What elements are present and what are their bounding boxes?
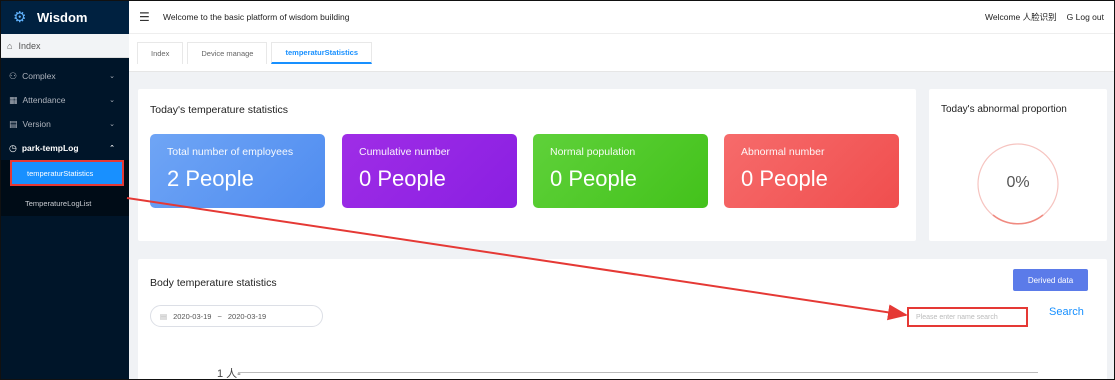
user-greeting: Welcome 人脸识别 [984,12,1057,22]
stat-label: Cumulative number [359,146,451,158]
tab-temperatur-statistics[interactable]: temperaturStatistics [271,41,373,64]
app-name: Wisdom [37,10,88,25]
top-bar: ☰ Welcome to the basic platform of wisdo… [129,1,1114,34]
temperature-statistics-card: Today's temperature statistics Total num… [138,89,916,241]
gear-icon: ⚙ [13,8,27,26]
tab-label: Device manage [201,48,254,58]
sidebar-item-index[interactable]: ⌂ Index [1,34,129,58]
logout-icon: G [1066,12,1074,22]
proportion-percent: 0% [1006,174,1030,191]
calendar-icon: ▦ [9,94,18,105]
sidebar-item-label: Complex [22,71,56,81]
sidebar-item-temperatur-statistics[interactable]: temperaturStatistics [10,160,124,186]
chart-gridline [238,372,1038,373]
abnormal-proportion-card: Today's abnormal proportion 0% [929,89,1107,241]
sidebar-item-label: Attendance [22,95,66,105]
stat-value: 0 People [741,166,828,191]
date-separator: ~ [217,311,222,321]
chevron-up-icon: ⌃ [109,145,115,152]
app-window: ⚙ Wisdom ⌂ Index ⚇ Complex ⌄ ▦ Attendanc… [0,0,1115,380]
document-icon: ▤ [9,118,18,129]
stat-label: Abnormal number [741,146,825,158]
stat-value: 0 People [359,166,446,191]
card-title: Today's abnormal proportion [941,104,1067,115]
sidebar-item-temperature-log-list[interactable]: TemperatureLogList [1,190,129,216]
submenu: temperaturStatistics TemperatureLogList [1,160,129,216]
logo: ⚙ Wisdom [1,1,129,34]
date-start: 2020-03-19 [173,311,212,321]
stat-value: 0 People [550,166,637,191]
chevron-down-icon: ⌄ [109,121,115,128]
tab-bar: Index Device manage temperaturStatistics [129,34,1114,72]
stat-normal: Normal population 0 People [533,134,708,208]
date-range-picker[interactable]: ▤ 2020-03-19 ~ 2020-03-19 [150,305,323,327]
card-title: Body temperature statistics [150,277,277,289]
stat-label: Total number of employees [167,146,294,158]
sidebar: ⚙ Wisdom ⌂ Index ⚇ Complex ⌄ ▦ Attendanc… [1,1,129,379]
tab-label: temperaturStatistics [285,47,359,57]
user-area: Welcome 人脸识别 G Log out [985,11,1104,23]
sidebar-item-label: Index [18,40,41,51]
home-icon: ⌂ [7,40,13,51]
menu-toggle-icon[interactable]: ☰ [139,10,151,24]
calendar-icon: ▤ [160,311,168,321]
date-end: 2020-03-19 [227,311,267,321]
welcome-text: Welcome to the basic platform of wisdom … [163,12,350,22]
clock-icon: ◷ [9,142,17,153]
stat-total-employees: Total number of employees 2 People [150,134,325,208]
sidebar-item-label: TemperatureLogList [25,198,92,208]
stat-value: 2 People [167,166,254,191]
sidebar-item-label: park-tempLog [21,143,79,153]
name-search-input[interactable]: Please enter name search [907,307,1028,327]
search-placeholder: Please enter name search [916,313,998,321]
stat-abnormal: Abnormal number 0 People [724,134,899,208]
card-title: Today's temperature statistics [150,104,288,116]
sidebar-item-label: Version [22,119,51,129]
chevron-down-icon: ⌄ [109,97,115,104]
sidebar-item-attendance[interactable]: ▦ Attendance ⌄ [1,88,129,112]
tab-device-manage[interactable]: Device manage [187,41,268,64]
cluster-icon: ⚇ [9,70,18,81]
chevron-down-icon: ⌄ [109,73,115,80]
sidebar-item-park-templog[interactable]: ◷ park-tempLog ⌃ [1,136,129,160]
logout-button[interactable]: G Log out [1067,12,1104,22]
tab-label: Index [151,48,170,58]
sidebar-item-version[interactable]: ▤ Version ⌄ [1,112,129,136]
sidebar-item-complex[interactable]: ⚇ Complex ⌄ [1,64,129,88]
stat-cumulative: Cumulative number 0 People [342,134,517,208]
derived-data-button[interactable]: Derived data [1013,269,1088,291]
stat-label: Normal population [550,146,636,158]
body-temperature-card: Body temperature statistics Derived data… [138,259,1107,379]
tab-index[interactable]: Index [137,41,184,64]
sidebar-item-label: temperaturStatistics [27,168,94,178]
search-button[interactable]: Search [1049,306,1084,318]
logout-label: Log out [1075,12,1104,22]
